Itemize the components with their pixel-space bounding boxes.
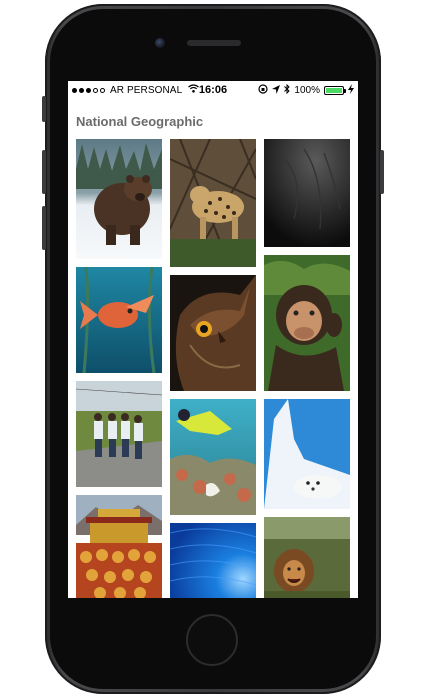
photo-fish[interactable] <box>76 267 162 373</box>
photo-chimp[interactable] <box>264 255 350 391</box>
battery-level <box>326 88 342 93</box>
volume-up-button <box>42 150 46 194</box>
photo-dark-water[interactable] <box>264 139 350 247</box>
photo-seal[interactable] <box>264 399 350 509</box>
power-button <box>380 150 384 194</box>
photo-jaguar[interactable] <box>170 139 256 267</box>
photo-diver[interactable] <box>170 399 256 515</box>
charging-icon <box>348 84 354 97</box>
status-right: 100% <box>258 83 354 97</box>
photo-girls[interactable] <box>76 381 162 487</box>
rotation-lock-icon <box>258 84 269 97</box>
battery-icon <box>324 86 346 95</box>
photo-monks[interactable] <box>76 495 162 598</box>
photo-bear[interactable] <box>76 139 162 259</box>
mute-switch <box>42 96 46 122</box>
page-title: National Geographic <box>76 114 204 129</box>
earpiece-speaker <box>187 40 241 46</box>
volume-down-button <box>42 206 46 250</box>
photo-lion[interactable] <box>264 517 350 598</box>
bluetooth-icon <box>284 83 291 97</box>
photo-owl[interactable] <box>170 275 256 391</box>
photo-underwater-blue[interactable] <box>170 523 256 598</box>
front-camera <box>155 38 165 48</box>
battery-percent: 100% <box>294 85 320 96</box>
home-button[interactable] <box>186 614 238 666</box>
app-screen: AR PERSONAL 16:06 100% National Geograph… <box>68 81 358 598</box>
status-bar: AR PERSONAL 16:06 100% <box>68 81 358 101</box>
location-icon <box>272 84 281 97</box>
